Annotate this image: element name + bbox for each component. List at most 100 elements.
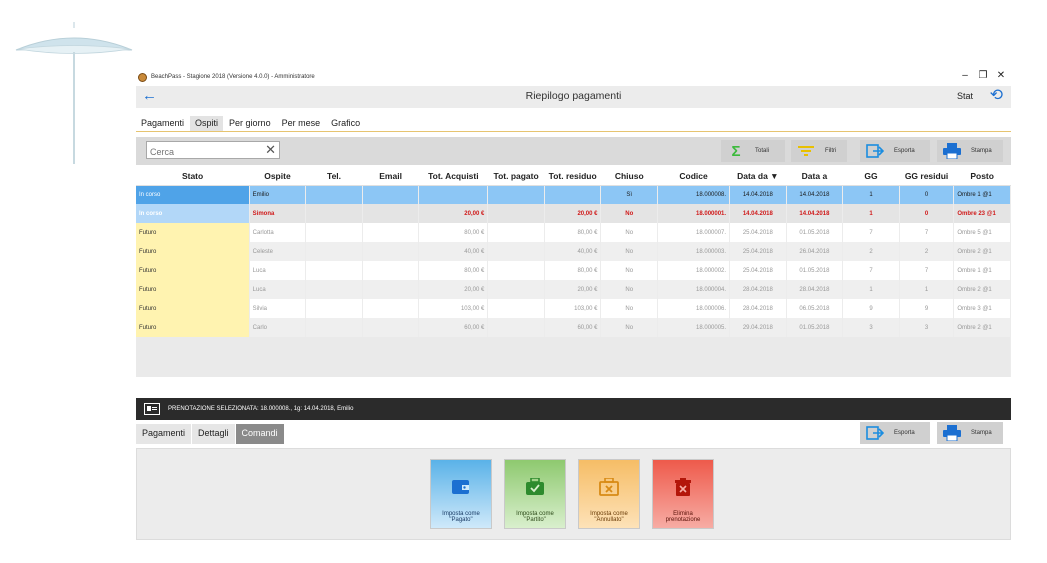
table-row[interactable]: Futuro Silvia 103,00 €103,00 € No 18.000006.… xyxy=(136,299,1011,318)
table-cell: 01.05.2018 xyxy=(786,223,844,242)
table-cell: Carlotta xyxy=(249,223,307,242)
table-cell: 0 xyxy=(899,185,955,204)
table-cell: 0 xyxy=(899,204,955,223)
column-header[interactable]: Tot. residuo xyxy=(544,168,601,186)
table-header: Stato Ospite Tel. Email Tot. Acquisti Tot. pa… xyxy=(136,168,1011,186)
table-cell: 06.05.2018 xyxy=(786,299,844,318)
column-header[interactable]: Tot. pagato xyxy=(487,168,545,186)
table-cell xyxy=(487,261,545,280)
table-cell: 18.000002. xyxy=(657,261,731,280)
table-row[interactable]: Futuro Luca 20,00 €20,00 € No 18.000004. 28.0… xyxy=(136,280,1011,299)
column-header[interactable]: Ospite xyxy=(249,168,306,186)
table-cell: 7 xyxy=(842,223,900,242)
empty-row xyxy=(136,357,1011,377)
table-row[interactable]: Futuro Luca 80,00 €80,00 € No 18.000002. 25.0… xyxy=(136,261,1011,280)
tab-pagamenti[interactable]: Pagamenti xyxy=(136,116,189,131)
set-cancelled-button[interactable]: Imposta come "Annullato" xyxy=(578,459,640,529)
table-cell: 25.04.2018 xyxy=(729,242,787,261)
table-cell: Ombre 3 @1 xyxy=(953,299,1011,318)
tab-ospiti[interactable]: Ospiti xyxy=(190,116,224,131)
table-cell xyxy=(362,204,420,223)
table-cell: 3 xyxy=(899,318,955,337)
column-header[interactable]: Chiuso xyxy=(600,168,658,186)
table-cell: 2 xyxy=(842,242,900,261)
column-header[interactable]: Data a xyxy=(786,168,843,186)
table-cell: 80,00 € xyxy=(544,223,602,242)
window-title: BeachPass - Stagione 2018 (Versione 4.0.… xyxy=(151,74,315,80)
table-cell: Ombre 2 @1 xyxy=(953,242,1011,261)
bottom-esporta-button[interactable]: Esporta xyxy=(860,422,930,444)
table-cell: 80,00 € xyxy=(418,261,489,280)
table-cell: 20,00 € xyxy=(544,204,602,223)
table-cell xyxy=(305,318,363,337)
table-cell: 25.04.2018 xyxy=(729,223,787,242)
table-cell xyxy=(362,223,420,242)
minimize-button[interactable]: – xyxy=(957,70,973,82)
table-cell: Silvia xyxy=(249,299,307,318)
totali-button[interactable]: Σ Totali xyxy=(721,140,785,162)
table-cell: Ombre 2 @1 xyxy=(953,280,1011,299)
page-title: Riepilogo pagamenti xyxy=(525,90,622,102)
set-departed-button[interactable]: Imposta come "Partito" xyxy=(504,459,566,529)
column-header[interactable]: GG xyxy=(842,168,900,186)
table-cell: 14.04.2018 xyxy=(786,204,844,223)
commands-panel: Imposta come "Pagato" Imposta come "Part… xyxy=(136,448,1011,540)
delete-booking-button[interactable]: Elimina prenotazione xyxy=(652,459,714,529)
column-header[interactable]: Data da ▼ xyxy=(729,168,787,186)
table-cell: No xyxy=(600,261,659,280)
toolbar: ✕ Σ Totali Filtri Esporta Stampa xyxy=(136,137,1011,165)
column-header[interactable]: Tot. Acquisti xyxy=(418,168,488,186)
column-header[interactable]: Email xyxy=(362,168,419,186)
column-header[interactable]: Codice xyxy=(657,168,730,186)
cancel-box-icon xyxy=(599,477,619,497)
table-cell: 80,00 € xyxy=(544,261,602,280)
tab-per-giorno[interactable]: Per giorno xyxy=(224,116,276,131)
table-cell xyxy=(305,223,363,242)
table-row[interactable]: In corso Simona 20,00 €20,00 € No 18.000001.… xyxy=(136,204,1011,223)
table-cell: 103,00 € xyxy=(418,299,489,318)
bottom-stampa-button[interactable]: Stampa xyxy=(937,422,1003,444)
column-header[interactable]: Posto xyxy=(953,168,1011,186)
table-row[interactable]: Futuro Carlotta 80,00 €80,00 € No 18.000007.… xyxy=(136,223,1011,242)
table-cell: 18.000004. xyxy=(657,280,731,299)
table-cell: 9 xyxy=(899,299,955,318)
tab-per-mese[interactable]: Per mese xyxy=(277,116,326,131)
table-cell: 14.04.2018 xyxy=(729,185,787,204)
table-cell: 28.04.2018 xyxy=(729,280,787,299)
table-cell: 01.05.2018 xyxy=(786,261,844,280)
title-bar: BeachPass - Stagione 2018 (Versione 4.0.… xyxy=(136,68,1011,86)
tab-grafico[interactable]: Grafico xyxy=(326,116,365,131)
table-cell: 29.04.2018 xyxy=(729,318,787,337)
column-header[interactable]: GG residui xyxy=(899,168,954,186)
refresh-icon[interactable]: ⟲ xyxy=(990,87,1003,105)
table-cell: 18.000008. xyxy=(657,185,731,204)
table-cell: 60,00 € xyxy=(418,318,489,337)
printer-icon xyxy=(937,140,967,162)
set-paid-button[interactable]: Imposta come "Pagato" xyxy=(430,459,492,529)
suitcase-icon xyxy=(525,477,545,497)
esporta-button[interactable]: Esporta xyxy=(860,140,930,162)
stat-button[interactable]: Stat xyxy=(957,91,973,101)
table-row[interactable]: Futuro Celeste 40,00 €40,00 € No 18.000003. 2… xyxy=(136,242,1011,261)
table-cell: 28.04.2018 xyxy=(729,299,787,318)
close-button[interactable]: ✕ xyxy=(993,70,1009,82)
table-cell: 28.04.2018 xyxy=(786,280,844,299)
bottom-tab-dettagli[interactable]: Dettagli xyxy=(192,424,235,444)
table-cell: In corso xyxy=(136,185,250,204)
table-row[interactable]: Futuro Carlo 60,00 €60,00 € No 18.000005. 29.… xyxy=(136,318,1011,337)
table-cell: Sì xyxy=(600,185,659,204)
stampa-button[interactable]: Stampa xyxy=(937,140,1003,162)
filtri-button[interactable]: Filtri xyxy=(791,140,847,162)
maximize-button[interactable]: ❐ xyxy=(975,70,991,82)
wallet-icon xyxy=(451,477,471,497)
column-header[interactable]: Tel. xyxy=(305,168,363,186)
clear-icon[interactable]: ✕ xyxy=(265,141,276,159)
table-row[interactable]: In corso Emilio Sì 18.000008. 14.04.2018 14.0… xyxy=(136,185,1011,204)
bottom-tab-comandi[interactable]: Comandi xyxy=(235,424,284,444)
table-cell: 7 xyxy=(842,261,900,280)
search-input[interactable] xyxy=(147,144,257,160)
column-header[interactable]: Stato xyxy=(136,168,250,186)
bottom-tab-pagamenti[interactable]: Pagamenti xyxy=(136,424,192,444)
table-cell: Simona xyxy=(249,204,307,223)
umbrella-logo xyxy=(15,22,133,164)
